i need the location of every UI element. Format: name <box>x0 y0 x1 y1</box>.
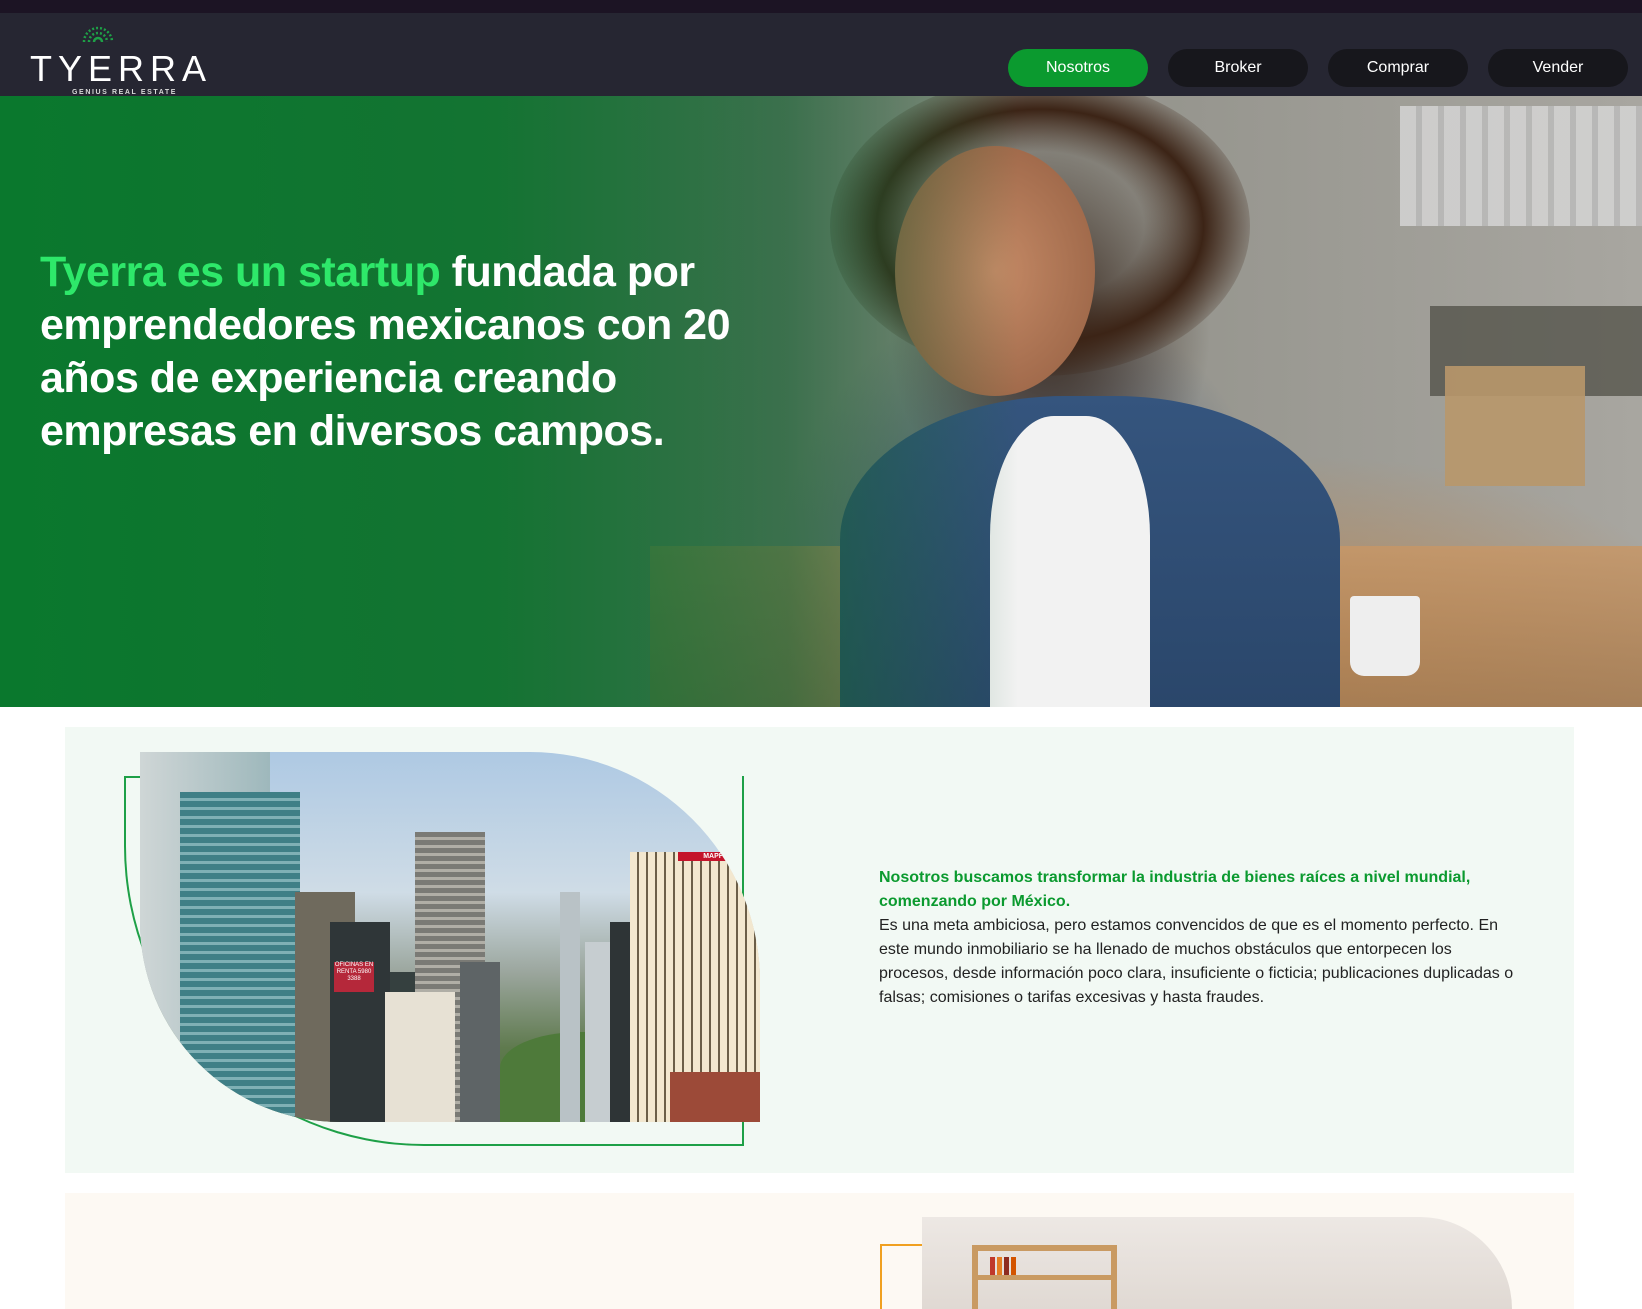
logo-arc-icon <box>82 26 114 43</box>
logo-tagline: GENIUS REAL ESTATE <box>72 89 178 96</box>
image-building <box>560 892 580 1122</box>
nav-vender-button[interactable]: Vender <box>1488 49 1628 87</box>
image-rent-sign: OFICINAS EN RENTA 5980 3388 <box>334 962 374 992</box>
image-book <box>997 1257 1002 1275</box>
hero-title-accent: Tyerra es un startup <box>40 248 441 296</box>
room-image-frame <box>880 1244 922 1309</box>
hero-banner: Tyerra es un startup fundada por emprend… <box>0 96 1642 707</box>
top-strip <box>0 0 1642 13</box>
image-book <box>1011 1257 1016 1275</box>
image-book <box>990 1257 995 1275</box>
image-book <box>1004 1257 1009 1275</box>
navbar: TYERRA GENIUS REAL ESTATE Nosotros Broke… <box>0 13 1642 96</box>
image-mapfre-sign: MAPFRE <box>678 852 758 861</box>
nav-comprar-button[interactable]: Comprar <box>1328 49 1468 87</box>
image-building <box>670 1072 760 1122</box>
image-building <box>585 942 610 1122</box>
hero-title: Tyerra es un startup fundada por emprend… <box>40 246 760 458</box>
city-skyline-image: OFICINAS EN RENTA 5980 3388 MAPFRE <box>140 752 760 1122</box>
image-building: OFICINAS EN RENTA 5980 3388 <box>330 922 390 1122</box>
mission-lead: Nosotros buscamos transformar la industr… <box>879 869 1471 910</box>
image-building <box>385 992 455 1122</box>
image-building <box>460 962 500 1122</box>
logo-wordmark: TYERRA <box>30 48 213 89</box>
image-building <box>180 792 300 1122</box>
nav-nosotros-button[interactable]: Nosotros <box>1008 49 1148 87</box>
image-shelf-board <box>972 1275 1117 1280</box>
tyerra-logo[interactable]: TYERRA GENIUS REAL ESTATE <box>28 25 213 96</box>
mission-body: Es una meta ambiciosa, pero estamos conv… <box>879 917 1514 1006</box>
nav-broker-button[interactable]: Broker <box>1168 49 1308 87</box>
city-image-frame-top <box>124 776 140 778</box>
room-image <box>922 1217 1512 1309</box>
mission-text: Nosotros buscamos transformar la industr… <box>879 866 1519 1010</box>
